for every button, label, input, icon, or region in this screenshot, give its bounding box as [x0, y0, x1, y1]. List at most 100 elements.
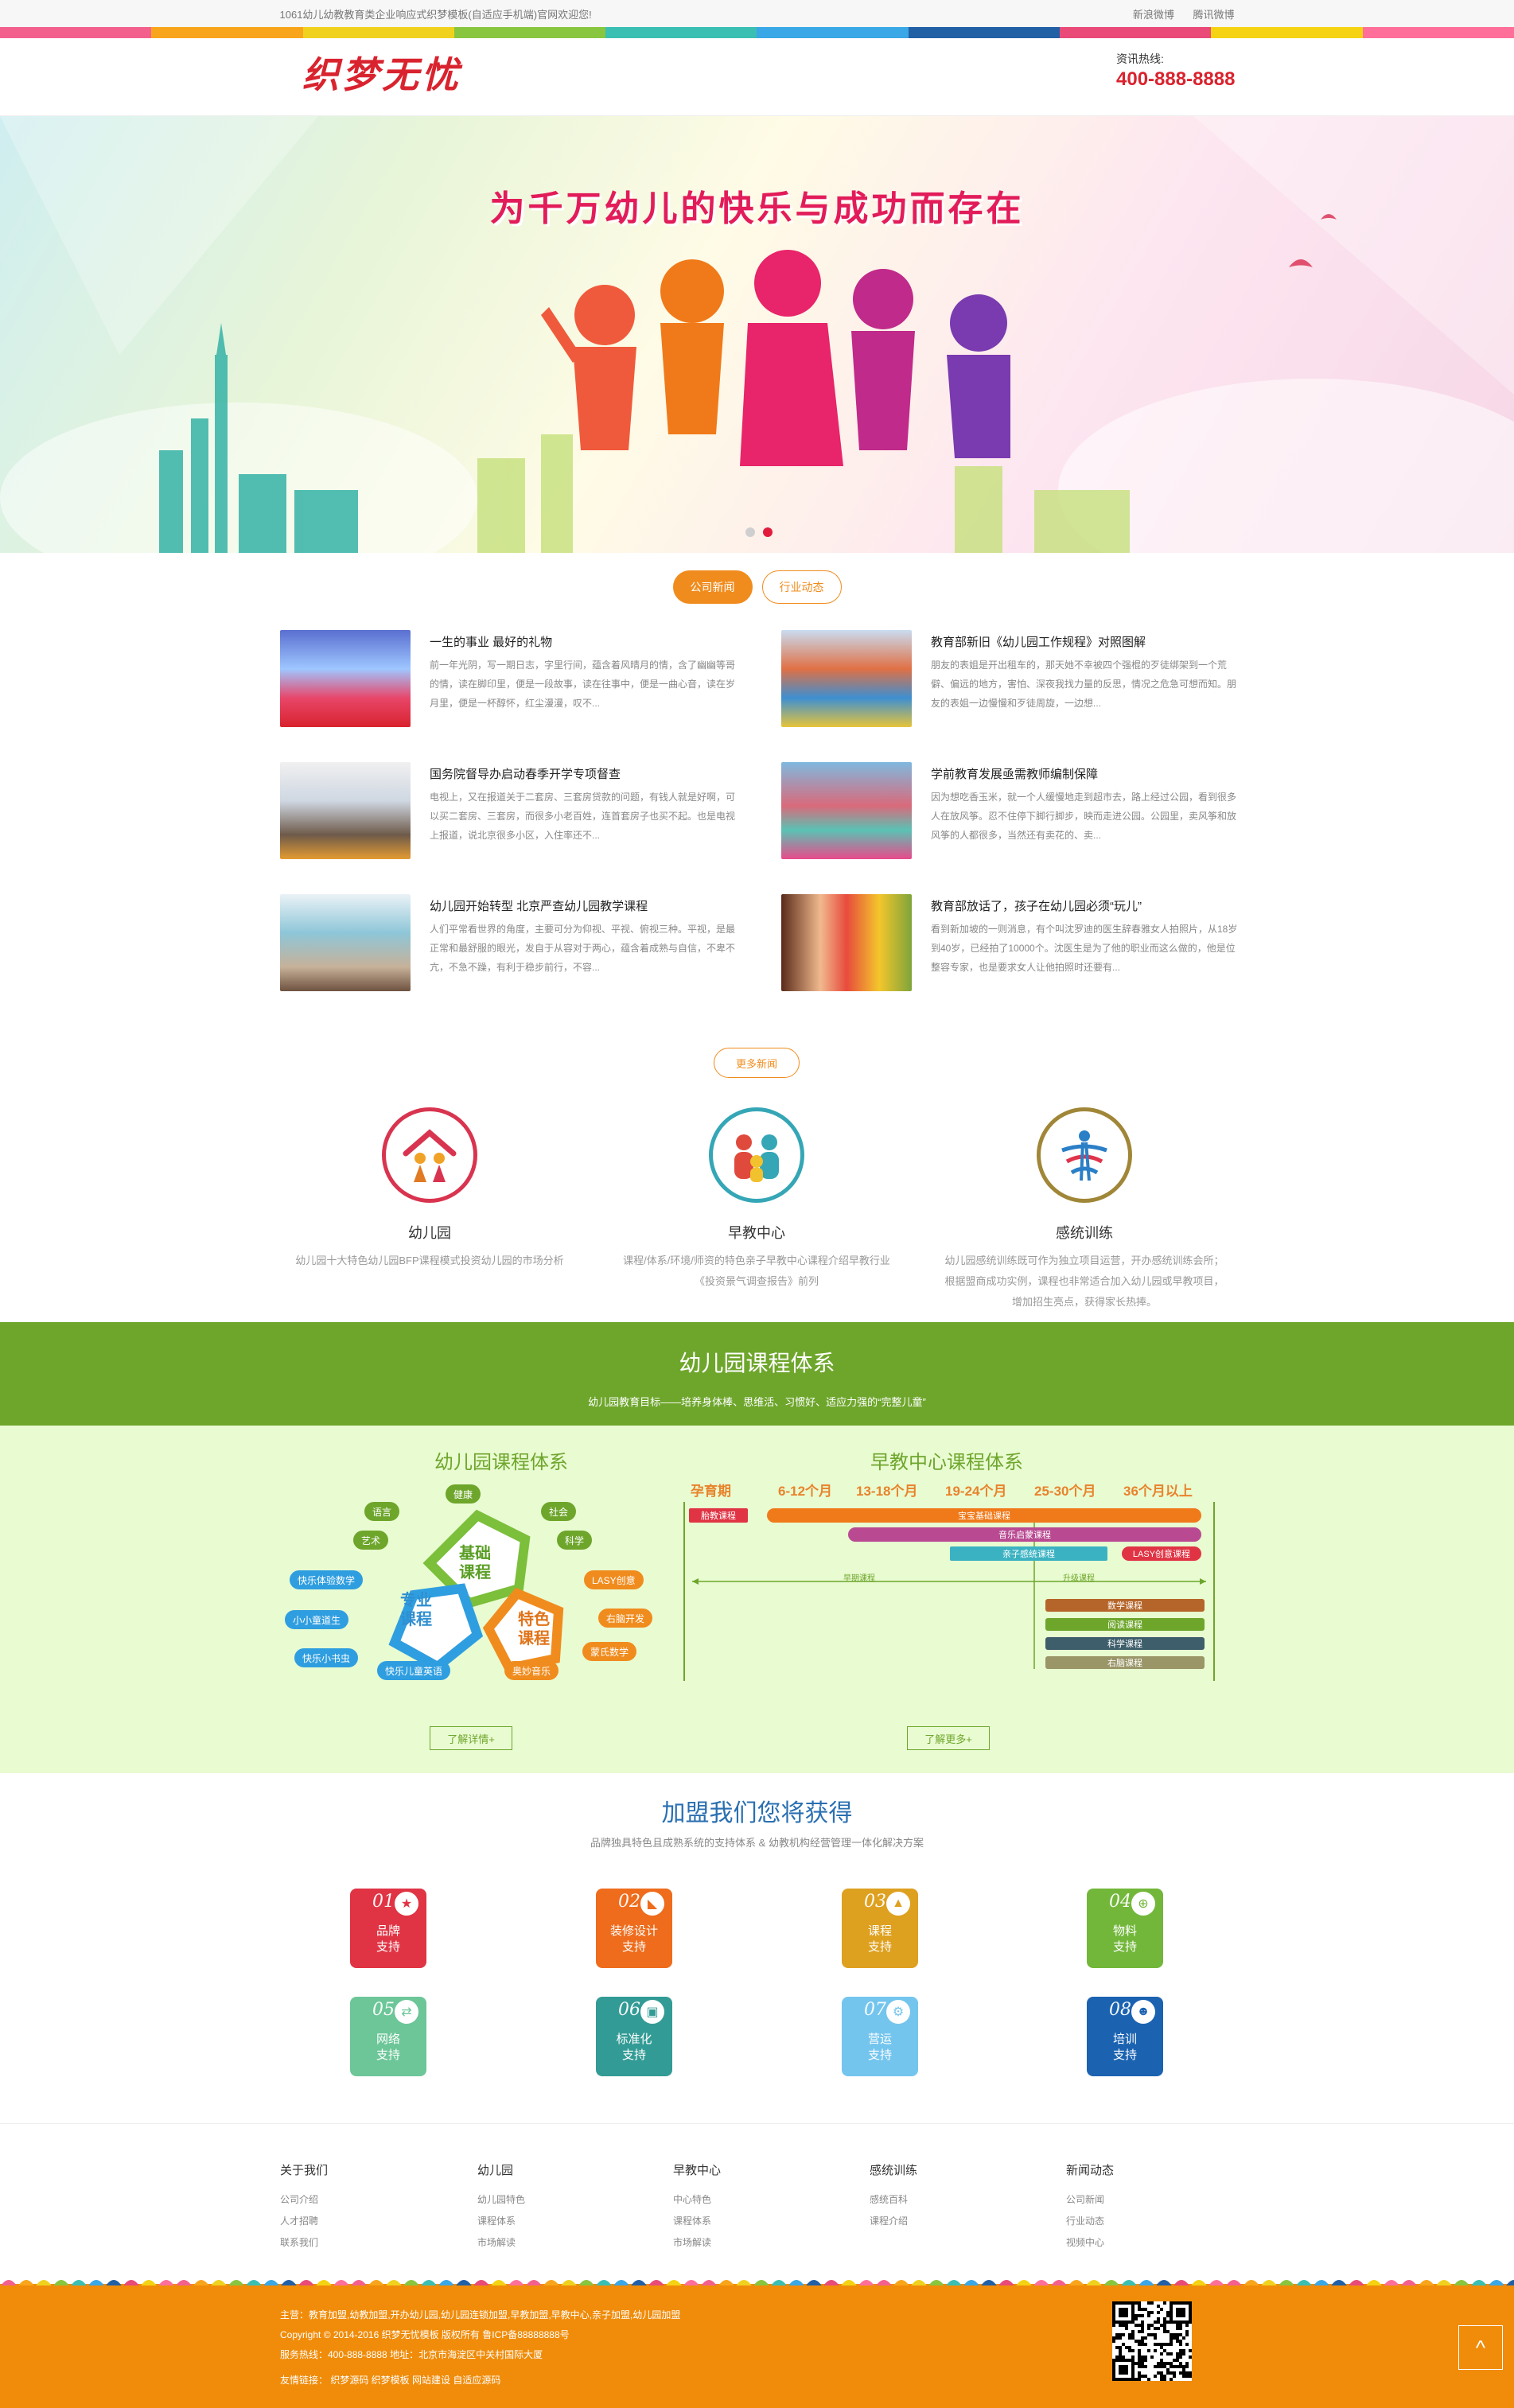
- join-benefit[interactable]: 03 ▲ 课程 支持: [842, 1889, 918, 1968]
- news-item[interactable]: 教育部新旧《幼儿园工作规程》对照图解 朋友的表姐是开出租车的，那天她不幸被四个强…: [781, 630, 1243, 729]
- stripe-segment: [302, 27, 454, 38]
- weibo-tencent-link[interactable]: 腾讯微博: [1193, 9, 1234, 21]
- hotline-label: 资讯热线:: [1116, 53, 1164, 65]
- news-thumbnail[interactable]: [280, 630, 411, 727]
- course-more-button[interactable]: 了解更多+: [907, 1726, 990, 1750]
- benefit-label: 物料 支持: [1112, 1924, 1137, 1954]
- footer-link[interactable]: 人才招聘: [280, 2211, 328, 2232]
- benefit-icon: ⊕: [1131, 1892, 1155, 1916]
- footer-column-title[interactable]: 关于我们: [280, 2161, 328, 2178]
- footer-link[interactable]: 感统百科: [870, 2189, 917, 2211]
- news-thumbnail[interactable]: [280, 894, 411, 991]
- news-title[interactable]: 教育部新旧《幼儿园工作规程》对照图解: [931, 633, 1241, 650]
- label-early-course: 早期课程: [843, 1574, 875, 1583]
- news-title[interactable]: 幼儿园开始转型 北京严查幼儿园教学课程: [430, 897, 740, 914]
- tab-company-news[interactable]: 公司新闻: [672, 570, 753, 604]
- pentagon-basic-label: 基础课程: [459, 1545, 491, 1581]
- tag-bookworm: 快乐小书虫: [294, 1648, 359, 1667]
- news-thumbnail[interactable]: [781, 762, 912, 859]
- footer-column-title[interactable]: 感统训练: [870, 2161, 917, 2178]
- tag-health: 健康: [446, 1484, 481, 1504]
- news-thumbnail[interactable]: [280, 762, 411, 859]
- site-header: 织梦无忧 资讯热线: 400-888-8888: [0, 38, 1514, 116]
- news-desc: 朋友的表姐是开出租车的，那天她不幸被四个强棍的歹徒绑架到一个荒僻、偏远的地方，害…: [931, 659, 1237, 709]
- service-desc: 幼儿园十大特色幼儿园BFP课程模式投资幼儿园的市场分析: [295, 1255, 564, 1266]
- join-benefit[interactable]: 04 ⊕ 物料 支持: [1087, 1889, 1163, 1968]
- footer-link[interactable]: 幼儿园特色: [477, 2189, 525, 2211]
- benefit-number: 04: [1109, 1892, 1131, 1912]
- footer-link[interactable]: 市场解读: [477, 2232, 525, 2254]
- service-desc: 课程/体系/环境/师资的特色亲子早教中心课程介绍早教行业《投资景气调查报告》前列: [623, 1255, 890, 1287]
- swirl-figure-icon[interactable]: [1037, 1107, 1132, 1203]
- service-name[interactable]: 早教中心: [605, 1222, 908, 1243]
- banner-dot[interactable]: [745, 527, 755, 537]
- benefit-number: 06: [618, 2000, 640, 2020]
- footer-link[interactable]: 公司新闻: [1066, 2189, 1114, 2211]
- site-logo[interactable]: 织梦无忧: [302, 46, 461, 99]
- course-detail-button[interactable]: 了解详情+: [430, 1726, 512, 1750]
- news-title[interactable]: 国务院督导办启动春季开学专项督查: [430, 765, 740, 782]
- house-kids-icon[interactable]: [382, 1107, 477, 1203]
- service-name[interactable]: 幼儿园: [278, 1222, 581, 1243]
- news-thumbnail[interactable]: [781, 630, 912, 727]
- benefit-label: 网络 支持: [376, 2033, 400, 2062]
- news-title[interactable]: 一生的事业 最好的礼物: [430, 633, 740, 650]
- footer-copyright: Copyright © 2014-2016 织梦无忧模板 版权所有 鲁ICP备8…: [280, 2329, 570, 2340]
- news-title[interactable]: 学前教育发展亟需教师编制保障: [931, 765, 1241, 782]
- news-item[interactable]: 一生的事业 最好的礼物 前一年光阴，写一期日志，字里行间，蕴含着风晴月的情，含了…: [280, 630, 741, 729]
- service-sensory[interactable]: 感统训练 幼儿园感统训练既可作为独立项目运营，开办感统训练会所；根据盟商成功实例…: [933, 1107, 1236, 1313]
- family-icon[interactable]: [709, 1107, 804, 1203]
- weibo-sina-link[interactable]: 新浪微博: [1133, 9, 1174, 21]
- join-benefit[interactable]: 05 ⇄ 网络 支持: [350, 1997, 426, 2076]
- course-system-subtitle: 幼儿园教育目标——培养身体棒、思维活、习惯好、适应力强的“完整儿童”: [588, 1396, 926, 1408]
- news-title[interactable]: 教育部放话了，孩子在幼儿园必须“玩儿”: [931, 897, 1241, 914]
- news-item[interactable]: 幼儿园开始转型 北京严查幼儿园教学课程 人们平常看世界的角度，主要可分为仰视、平…: [280, 894, 741, 994]
- footer-column-title[interactable]: 新闻动态: [1066, 2161, 1114, 2178]
- footer-link[interactable]: 联系我们: [280, 2232, 328, 2254]
- footer-column-title[interactable]: 早教中心: [673, 2161, 721, 2178]
- back-to-top-button[interactable]: ^: [1458, 2325, 1503, 2370]
- footer-link[interactable]: 课程介绍: [870, 2211, 917, 2232]
- service-name[interactable]: 感统训练: [933, 1222, 1236, 1243]
- pentagon-basic: 基础课程: [455, 1544, 495, 1582]
- footer-link[interactable]: 行业动态: [1066, 2211, 1114, 2232]
- footer-link[interactable]: 公司介绍: [280, 2189, 328, 2211]
- benefit-label: 培训 支持: [1112, 2033, 1137, 2062]
- join-benefit[interactable]: 01 ★ 品牌 支持: [350, 1889, 426, 1968]
- tag-society: 社会: [541, 1502, 577, 1521]
- footer-links[interactable]: 友情链接： 织梦源码 织梦模板 网站建设 自适应源码: [280, 2373, 500, 2387]
- benefit-icon: ◣: [640, 1892, 664, 1916]
- news-item[interactable]: 国务院督导办启动春季开学专项督查 电视上，又在报道关于二套房、三套房贷款的问题，…: [280, 762, 741, 862]
- banner-dot-active[interactable]: [763, 527, 773, 537]
- benefit-number: 03: [864, 1892, 886, 1912]
- benefit-number: 08: [1109, 2000, 1131, 2020]
- footer-column-title[interactable]: 幼儿园: [477, 2161, 525, 2178]
- service-kindergarten[interactable]: 幼儿园 幼儿园十大特色幼儿园BFP课程模式投资幼儿园的市场分析: [278, 1107, 581, 1271]
- tab-industry-news[interactable]: 行业动态: [761, 570, 842, 604]
- footer-link[interactable]: 视频中心: [1066, 2232, 1114, 2254]
- stripe-segment: [908, 27, 1061, 38]
- join-benefit[interactable]: 07 ⚙ 营运 支持: [842, 1997, 918, 2076]
- tag-montessori-math: 蒙氏数学: [582, 1642, 637, 1661]
- footer-link[interactable]: 市场解读: [673, 2232, 721, 2254]
- footer-link[interactable]: 课程体系: [673, 2211, 721, 2232]
- news-thumbnail[interactable]: [781, 894, 912, 991]
- news-item[interactable]: 学前教育发展亟需教师编制保障 因为想吃香玉米，就一个人缓慢地走到超市去，路上经过…: [781, 762, 1243, 862]
- pentagon-pro: 专业课程: [396, 1591, 436, 1629]
- stripe-segment: [0, 27, 152, 38]
- stripe-segment: [151, 27, 303, 38]
- footer-link[interactable]: 中心特色: [673, 2189, 721, 2211]
- news-item[interactable]: 教育部放话了，孩子在幼儿园必须“玩儿” 看到新加坡的一则消息，有个叫沈罗迪的医生…: [781, 894, 1243, 994]
- bar-science: 科学课程: [1045, 1637, 1205, 1650]
- footer-link[interactable]: 课程体系: [477, 2211, 525, 2232]
- course-system-title: 幼儿园课程体系: [679, 1351, 835, 1375]
- join-benefit[interactable]: 02 ◣ 装修设计 支持: [596, 1889, 672, 1968]
- hero-banner[interactable]: 为千万幼儿的快乐与成功而存在: [0, 116, 1514, 553]
- timeline-36: 36个月以上: [1123, 1484, 1193, 1499]
- more-news-button[interactable]: 更多新闻: [714, 1048, 800, 1078]
- join-benefit[interactable]: 08 ☻ 培训 支持: [1087, 1997, 1163, 2076]
- service-early-education[interactable]: 早教中心 课程/体系/环境/师资的特色亲子早教中心课程介绍早教行业《投资景气调查…: [605, 1107, 908, 1292]
- tag-student: 小小童道生: [285, 1610, 349, 1629]
- pentagon-special: 特色课程: [514, 1610, 554, 1648]
- join-benefit[interactable]: 06 ▣ 标准化 支持: [596, 1997, 672, 2076]
